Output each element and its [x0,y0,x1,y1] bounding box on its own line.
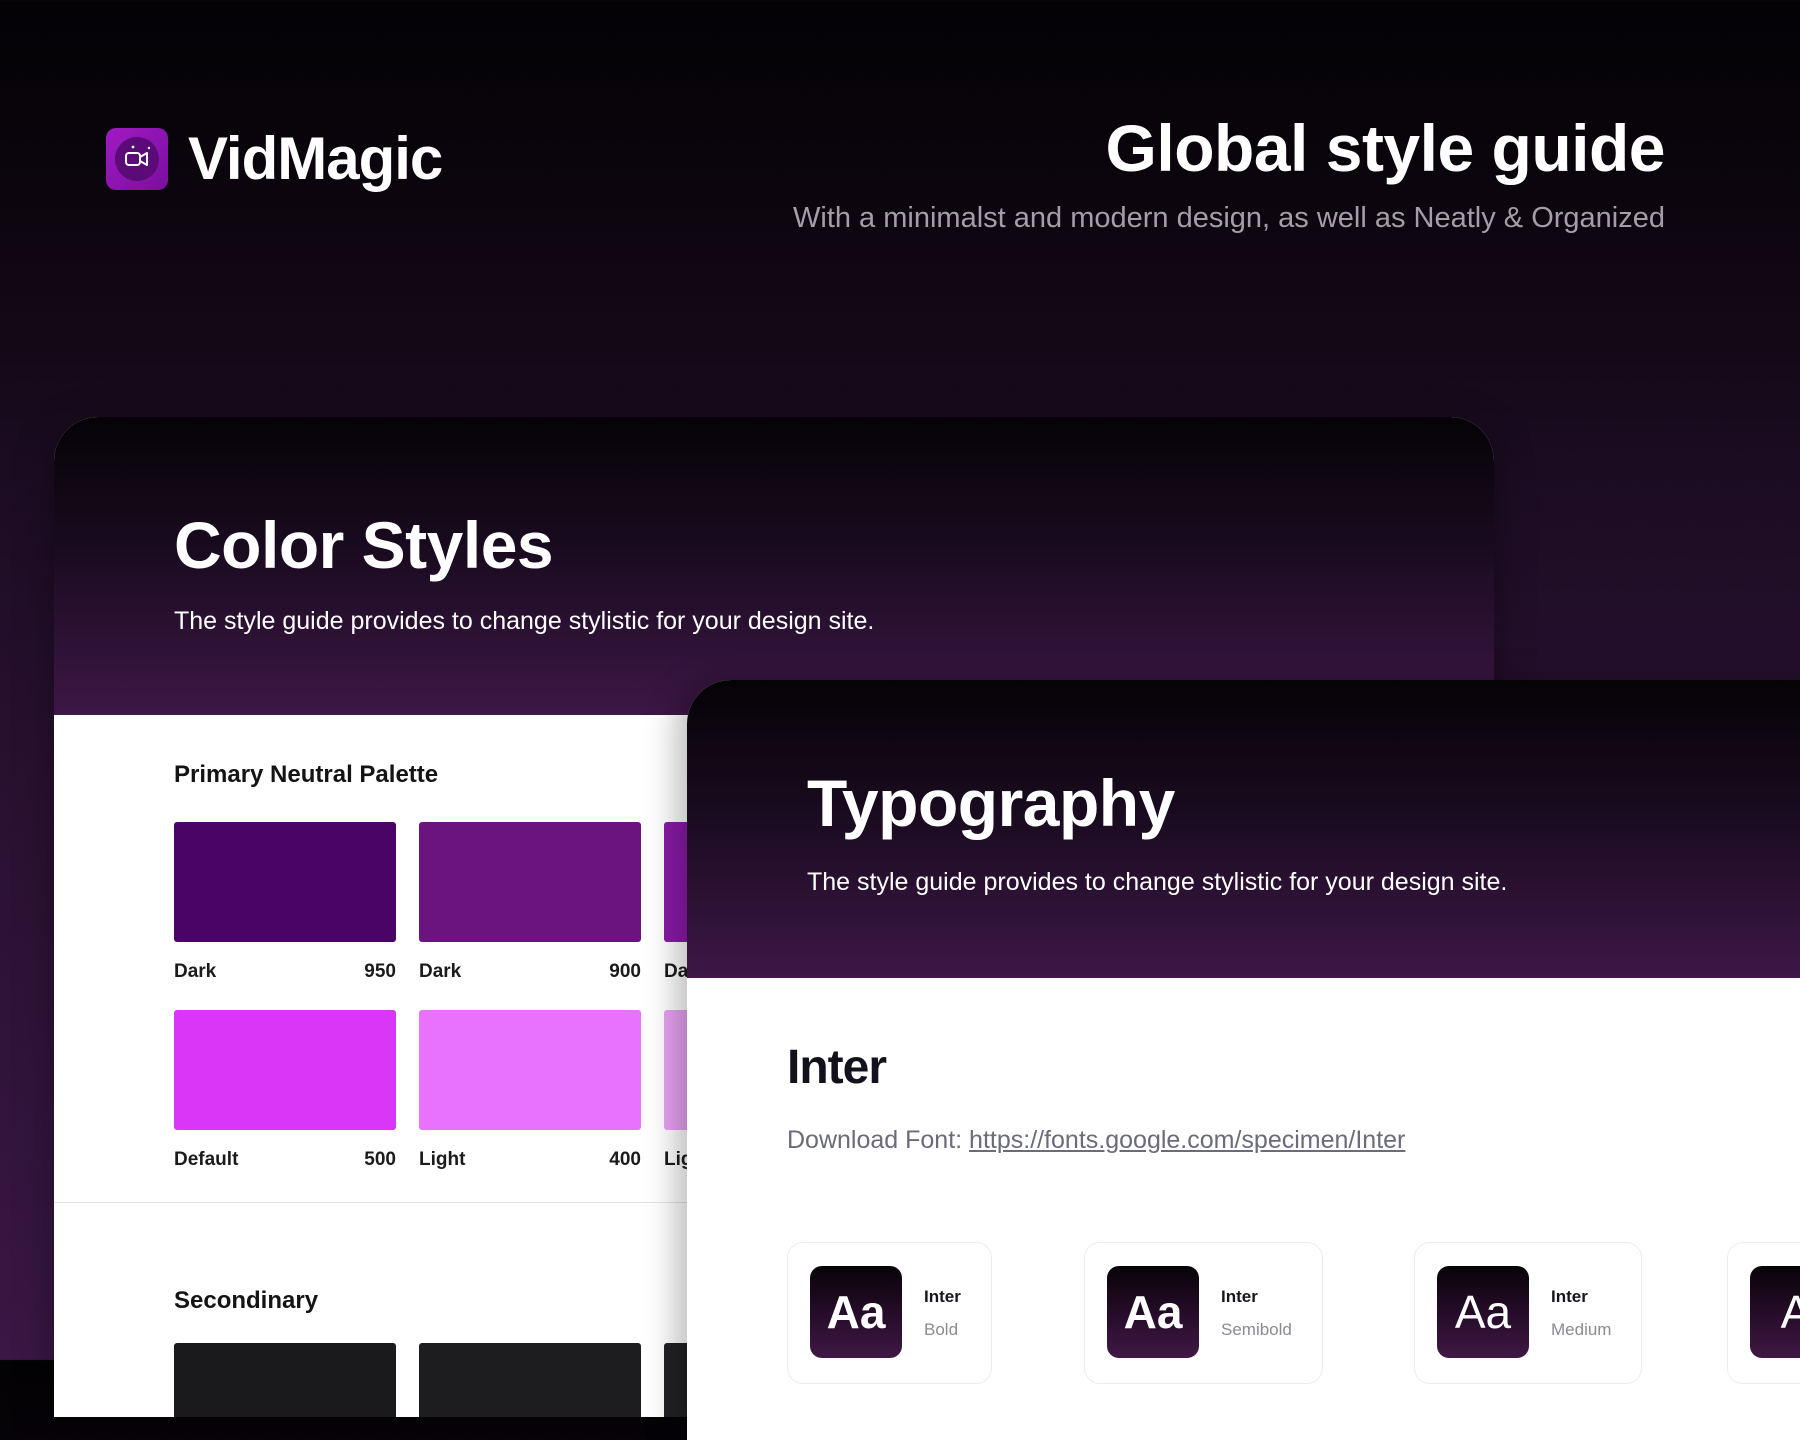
font-weight-name: Bold [924,1320,959,1339]
color-styles-header: Color Styles The style guide provides to… [54,417,1494,715]
swatch-name: Light [419,1149,466,1170]
font-weight-card-medium[interactable]: Aa Inter Medium [1414,1242,1642,1384]
swatch-name: Dark [174,961,217,982]
swatch-value: 400 [609,1149,641,1170]
font-weight-family: Inter [1551,1287,1588,1306]
swatch-secondary[interactable] [419,1343,641,1417]
font-sample: A [1750,1266,1800,1358]
swatch-name: Da [664,961,689,982]
typography-card: Typography The style guide provides to c… [687,680,1800,1440]
color-styles-description: The style guide provides to change styli… [174,607,875,635]
primary-palette-label: Primary Neutral Palette [174,761,439,788]
swatch-label: Light 400 [419,1149,641,1171]
font-weight-card-partial[interactable]: A [1727,1242,1800,1384]
brand-name: VidMagic [188,125,443,192]
swatch-dark-950[interactable] [174,822,396,942]
font-sample: Aa [810,1266,902,1358]
font-download: Download Font: https://fonts.google.com/… [787,1126,1405,1155]
font-download-label: Download Font: [787,1126,970,1154]
color-styles-title: Color Styles [174,508,554,582]
swatch-name: Dark [419,961,462,982]
font-weight-card-bold[interactable]: Aa Inter Bold [787,1242,992,1384]
font-sample: Aa [1107,1266,1199,1358]
font-weight-name: Semibold [1221,1320,1292,1339]
font-family-name: Inter [787,1041,887,1094]
font-download-link[interactable]: https://fonts.google.com/specimen/Inter [969,1126,1405,1154]
secondary-palette-label: Secondinary [174,1287,319,1314]
font-weight-family: Inter [1221,1287,1258,1306]
swatch-value: 950 [364,961,396,982]
swatch-value: 900 [609,961,641,982]
swatch-name: Default [174,1149,239,1170]
typography-title: Typography [807,766,1175,840]
swatch-label: Dark 900 [419,961,641,983]
font-weight-name: Medium [1551,1320,1612,1339]
brand-logo[interactable]: VidMagic [106,124,443,193]
typography-description: The style guide provides to change styli… [807,868,1508,896]
ai-video-icon [106,127,168,190]
page-title: Global style guide [1105,111,1666,185]
swatch-label: Dark 950 [174,961,396,983]
swatch-dark-900[interactable] [419,822,641,942]
typography-header: Typography The style guide provides to c… [687,680,1800,978]
font-sample: Aa [1437,1266,1529,1358]
swatch-value: 500 [364,1149,396,1170]
page-subtitle: With a minimalst and modern design, as w… [793,202,1665,234]
swatch-label: Default 500 [174,1149,396,1171]
font-weight-family: Inter [924,1287,961,1306]
swatch-light-400[interactable] [419,1010,641,1130]
swatch-default-500[interactable] [174,1010,396,1130]
font-weight-card-semibold[interactable]: Aa Inter Semibold [1084,1242,1323,1384]
swatch-secondary[interactable] [174,1343,396,1417]
